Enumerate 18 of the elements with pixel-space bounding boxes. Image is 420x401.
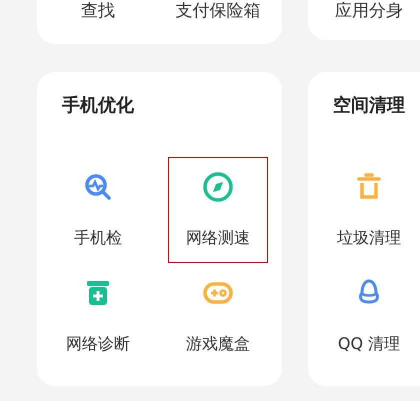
tool-label: 网络测速 bbox=[186, 228, 250, 248]
tool-item[interactable]: 网络诊断 bbox=[48, 263, 148, 369]
tool-label[interactable]: 支付保险箱 bbox=[168, 0, 268, 44]
section-title: 手机优化 bbox=[61, 94, 135, 118]
tool-label: 垃圾清理 bbox=[337, 228, 401, 248]
tool-label: 网络诊断 bbox=[66, 334, 130, 354]
tool-label: 手机检 bbox=[74, 228, 122, 248]
tool-item[interactable]: QQ 清理 bbox=[319, 263, 419, 369]
tool-label: 游戏魔盒 bbox=[186, 334, 250, 354]
tool-label[interactable]: 查找 bbox=[48, 0, 148, 44]
section-title: 空间清理 bbox=[332, 94, 406, 118]
tool-item[interactable]: 网络测速 bbox=[168, 157, 268, 263]
tool-label[interactable]: 应用分身 bbox=[319, 0, 419, 40]
tool-label: QQ 清理 bbox=[338, 334, 400, 354]
tool-item[interactable]: 垃圾清理 bbox=[319, 157, 419, 263]
tool-item[interactable]: 手机检 bbox=[48, 157, 148, 263]
tool-item[interactable]: 游戏魔盒 bbox=[168, 263, 268, 369]
compass-icon bbox=[202, 171, 234, 203]
